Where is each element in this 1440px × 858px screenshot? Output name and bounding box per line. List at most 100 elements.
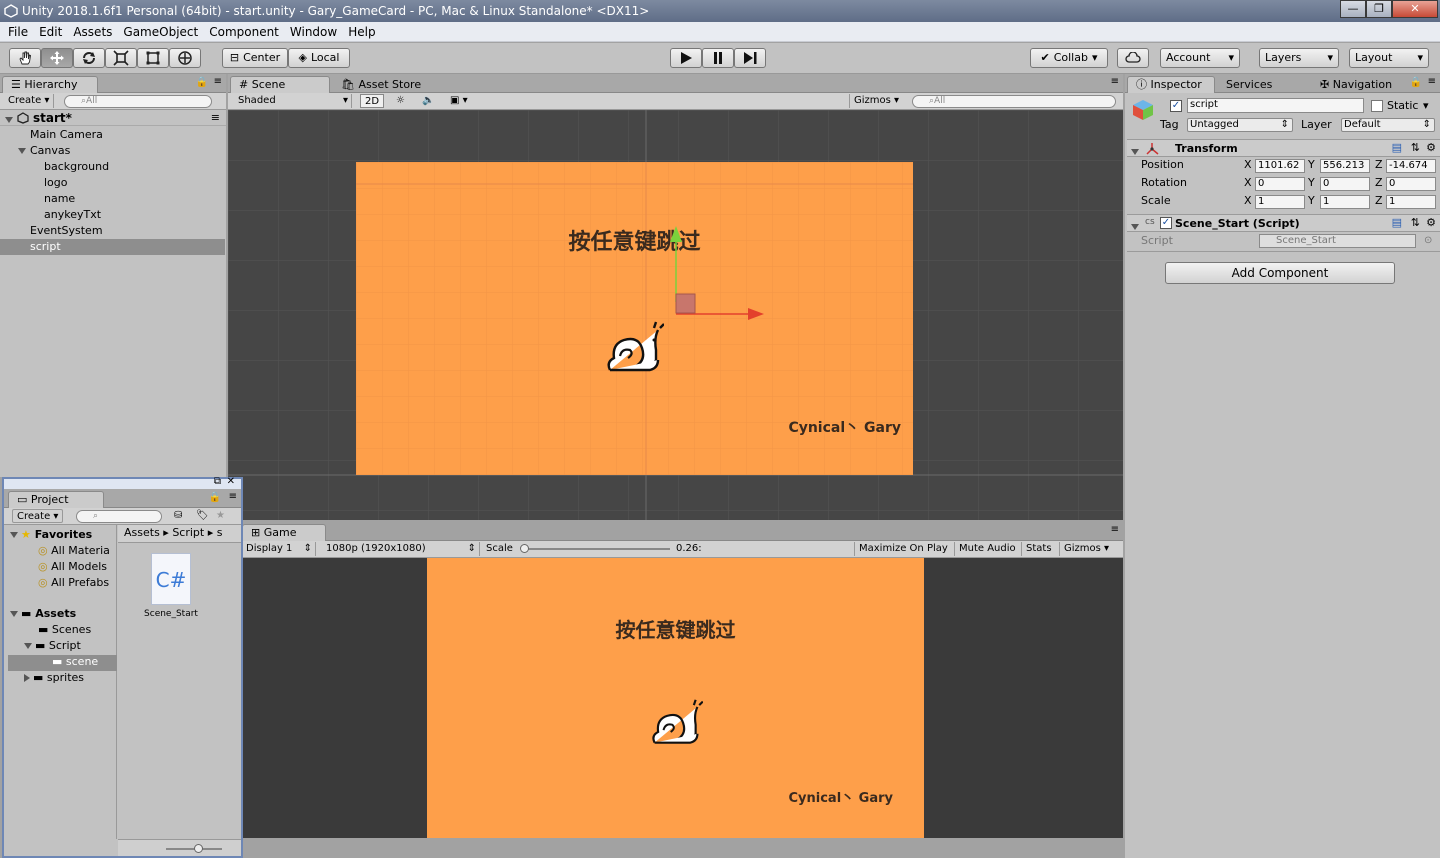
pivot-center-button[interactable]: ⊟ Center bbox=[222, 48, 288, 68]
project-create-dropdown[interactable]: Create ▾ bbox=[12, 509, 64, 523]
transform-tool-button[interactable] bbox=[169, 48, 201, 68]
panel-menu-icon[interactable]: ≡ bbox=[1111, 76, 1119, 87]
breadcrumb-item[interactable]: s bbox=[217, 526, 223, 539]
tag-dropdown[interactable]: Untagged ⇕ bbox=[1187, 118, 1293, 132]
hand-tool-button[interactable] bbox=[9, 48, 41, 68]
active-checkbox[interactable]: ✓ bbox=[1170, 100, 1182, 112]
gear-icon[interactable]: ⚙ bbox=[1426, 216, 1436, 229]
credit-text[interactable]: Cynical丶 Gary bbox=[736, 417, 901, 437]
tab-scene[interactable]: # Scene bbox=[230, 76, 330, 93]
expand-arrow-icon[interactable] bbox=[18, 148, 26, 154]
expand-arrow-icon[interactable] bbox=[10, 611, 18, 617]
expand-arrow-icon[interactable] bbox=[24, 674, 30, 682]
scale-tool-button[interactable] bbox=[105, 48, 137, 68]
axis-z-label[interactable]: Z bbox=[1375, 194, 1383, 208]
game-gizmos-dropdown[interactable]: Gizmos ▾ bbox=[1059, 542, 1113, 556]
dropdown-arrow-icon[interactable]: ▾ bbox=[1423, 99, 1429, 113]
scene-gizmos-dropdown[interactable]: Gizmos ▾ bbox=[849, 94, 903, 108]
hierarchy-item[interactable]: anykeyTxt bbox=[0, 207, 225, 223]
expand-arrow-icon[interactable] bbox=[24, 643, 32, 649]
hierarchy-item[interactable]: Canvas bbox=[0, 143, 225, 159]
skip-heading-text[interactable]: 按任意键跳过 bbox=[356, 224, 913, 256]
scene-menu-icon[interactable]: ≡ bbox=[211, 111, 220, 124]
xy-plane-handle[interactable] bbox=[675, 293, 696, 314]
2d-toggle[interactable]: 2D bbox=[360, 94, 384, 108]
scale-slider-track[interactable] bbox=[524, 548, 670, 550]
close-button[interactable]: ✕ bbox=[1392, 0, 1438, 18]
axis-y-label[interactable]: Y bbox=[1308, 176, 1315, 190]
snail-logo-icon[interactable] bbox=[604, 320, 664, 376]
menu-help[interactable]: Help bbox=[348, 25, 375, 39]
scale-slider-thumb[interactable] bbox=[520, 544, 529, 553]
transform-z-field[interactable]: -14.674 bbox=[1386, 159, 1436, 173]
preset-icon[interactable]: ⇅ bbox=[1411, 216, 1420, 229]
folder-scenes[interactable]: ▬ Scenes bbox=[38, 623, 91, 636]
panel-menu-icon[interactable]: ≡ bbox=[214, 76, 222, 87]
filter-label-icon[interactable]: 🏷 bbox=[192, 509, 213, 523]
static-checkbox[interactable] bbox=[1371, 100, 1383, 112]
hierarchy-item[interactable]: background bbox=[0, 159, 225, 175]
tab-inspector[interactable]: ⓘ Inspector bbox=[1127, 76, 1215, 93]
game-view-render[interactable]: 按任意键跳过 Cynical丶 Gary bbox=[427, 558, 924, 838]
collapse-arrow-icon[interactable] bbox=[1131, 149, 1139, 155]
script-component-header[interactable]: cs ✓ Scene_Start (Script) ▤ ⇅ ⚙ bbox=[1127, 214, 1440, 232]
layers-dropdown[interactable]: Layers ▾ bbox=[1259, 48, 1339, 68]
hierarchy-item[interactable]: logo bbox=[0, 175, 225, 191]
assets-root[interactable]: ▬ Assets bbox=[10, 607, 76, 620]
breadcrumb-item[interactable]: Script bbox=[172, 526, 204, 539]
favorite-item[interactable]: ◎ All Materia bbox=[38, 544, 110, 557]
hierarchy-item[interactable]: name bbox=[0, 191, 225, 207]
help-book-icon[interactable]: ▤ bbox=[1392, 216, 1402, 229]
floating-window-bar[interactable]: ⧉ ✕ bbox=[4, 476, 241, 489]
menu-gameobject[interactable]: GameObject bbox=[123, 25, 198, 39]
hierarchy-item[interactable]: Main Camera bbox=[0, 127, 225, 143]
hierarchy-item[interactable]: EventSystem bbox=[0, 223, 225, 239]
axis-z-label[interactable]: Z bbox=[1375, 176, 1383, 190]
transform-x-field[interactable]: 0 bbox=[1255, 177, 1305, 191]
transform-z-field[interactable]: 0 bbox=[1386, 177, 1436, 191]
icon-size-thumb[interactable] bbox=[194, 844, 203, 853]
x-axis-arrow-icon[interactable] bbox=[748, 308, 764, 320]
layer-dropdown[interactable]: Default ⇕ bbox=[1341, 118, 1435, 132]
transform-y-field[interactable]: 556.213 bbox=[1320, 159, 1370, 173]
restore-icon[interactable]: ⧉ bbox=[214, 476, 221, 487]
minimize-button[interactable]: — bbox=[1340, 0, 1366, 18]
tab-asset-store[interactable]: 🛍 Asset Store bbox=[332, 76, 432, 93]
y-axis-arrow-icon[interactable] bbox=[670, 226, 682, 242]
pause-button[interactable] bbox=[702, 48, 734, 68]
resolution-dropdown[interactable]: 1080p (1920x1080) ⇕ bbox=[322, 542, 480, 556]
panel-menu-icon[interactable]: ≡ bbox=[229, 491, 237, 502]
audio-toggle[interactable]: 🔈 bbox=[418, 94, 438, 108]
folder-scene-selected[interactable]: ▬ scene bbox=[8, 655, 117, 671]
axis-z-label[interactable]: Z bbox=[1375, 158, 1383, 172]
lock-icon[interactable]: 🔒 bbox=[1410, 77, 1422, 88]
favorite-item[interactable]: ◎ All Prefabs bbox=[38, 576, 109, 589]
lock-icon[interactable]: 🔒 bbox=[196, 77, 208, 88]
asset-file-scene-start[interactable]: C# Scene_Start bbox=[134, 553, 208, 619]
rect-tool-button[interactable] bbox=[137, 48, 169, 68]
tab-game[interactable]: ⊞ Game bbox=[242, 524, 326, 541]
menu-edit[interactable]: Edit bbox=[39, 25, 62, 39]
object-name-field[interactable]: script bbox=[1187, 98, 1364, 113]
favorites-header[interactable]: ★ Favorites bbox=[10, 528, 92, 541]
script-field[interactable]: Scene_Start bbox=[1259, 234, 1416, 248]
project-search-input[interactable]: ⌕ bbox=[76, 510, 162, 523]
maximize-button[interactable]: ❐ bbox=[1366, 0, 1392, 18]
effects-dropdown[interactable]: ▣ ▾ bbox=[446, 94, 472, 108]
breadcrumb-item[interactable]: Assets bbox=[124, 526, 160, 539]
stats-toggle[interactable]: Stats bbox=[1021, 542, 1056, 556]
shading-mode-dropdown[interactable]: Shaded ▾ bbox=[234, 94, 352, 108]
play-button[interactable] bbox=[670, 48, 702, 68]
favorite-star-icon[interactable]: ★ bbox=[212, 509, 229, 523]
account-dropdown[interactable]: Account ▾ bbox=[1160, 48, 1240, 68]
transform-y-field[interactable]: 0 bbox=[1320, 177, 1370, 191]
scene-search-input[interactable]: ⌕All bbox=[912, 95, 1116, 108]
axis-x-label[interactable]: X bbox=[1244, 176, 1252, 190]
tab-hierarchy[interactable]: ☰ Hierarchy bbox=[2, 76, 98, 93]
rotate-tool-button[interactable] bbox=[73, 48, 105, 68]
hierarchy-search-input[interactable]: ⌕All bbox=[64, 95, 212, 108]
axis-y-label[interactable]: Y bbox=[1308, 158, 1315, 172]
panel-menu-icon[interactable]: ≡ bbox=[1428, 76, 1436, 87]
menu-file[interactable]: File bbox=[8, 25, 28, 39]
scene-canvas[interactable]: 按任意键跳过 Cynical丶 Gary bbox=[356, 162, 913, 475]
